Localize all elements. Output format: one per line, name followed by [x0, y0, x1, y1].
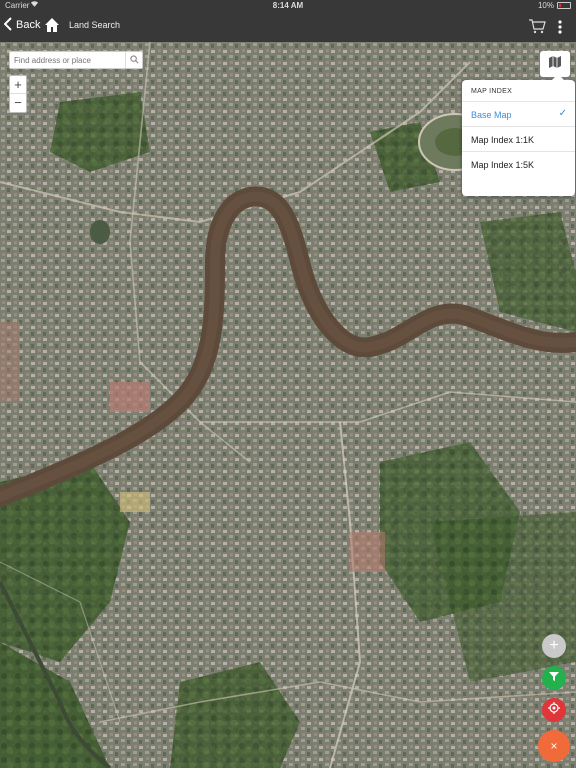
battery-percent: 10% [537, 1, 554, 10]
locate-icon [548, 701, 560, 719]
page-title: Land Search [69, 20, 121, 30]
menu-item-map-index-1k[interactable]: Map Index 1:1K [462, 126, 575, 151]
plus-icon: + [549, 637, 559, 654]
map-layers-icon [548, 55, 562, 74]
status-bar: Carrier 8:14 AM 10% [0, 0, 576, 11]
zoom-control: + − [9, 75, 27, 113]
map-view[interactable]: + − MAP INDEX Base Map ✓ Map Index 1:1K … [0, 42, 576, 768]
checkmark-icon: ✓ [558, 108, 567, 119]
menu-item-base-map[interactable]: Base Map ✓ [462, 101, 575, 126]
zoom-in-button[interactable]: + [10, 76, 26, 94]
battery-icon [557, 2, 571, 9]
filter-button[interactable] [542, 666, 566, 690]
cart-icon[interactable] [528, 18, 546, 34]
search-box [9, 51, 143, 69]
search-icon [129, 51, 139, 69]
add-button[interactable]: + [542, 634, 566, 658]
home-icon[interactable] [44, 17, 60, 33]
close-icon: × [550, 739, 558, 753]
locate-button[interactable] [542, 698, 566, 722]
menu-item-label: Map Index 1:5K [471, 160, 535, 170]
menu-item-map-index-5k[interactable]: Map Index 1:5K [462, 151, 575, 176]
menu-header: MAP INDEX [471, 88, 513, 95]
back-button[interactable]: Back [3, 17, 41, 33]
search-button[interactable] [125, 52, 142, 68]
menu-caret [552, 74, 564, 80]
close-fab-button[interactable]: × [538, 730, 570, 762]
menu-item-label: Map Index 1:1K [471, 135, 535, 145]
back-label: Back [16, 19, 41, 31]
zoom-out-button[interactable]: − [10, 94, 26, 112]
back-chevron-icon [3, 17, 12, 33]
search-input[interactable] [10, 52, 124, 68]
clock: 8:14 AM [272, 1, 304, 10]
more-icon[interactable] [556, 19, 564, 35]
filter-icon [548, 669, 560, 687]
nav-bar: Back Land Search [0, 11, 576, 42]
map-index-menu: MAP INDEX Base Map ✓ Map Index 1:1K Map … [462, 74, 575, 196]
menu-item-label: Base Map [471, 110, 512, 120]
